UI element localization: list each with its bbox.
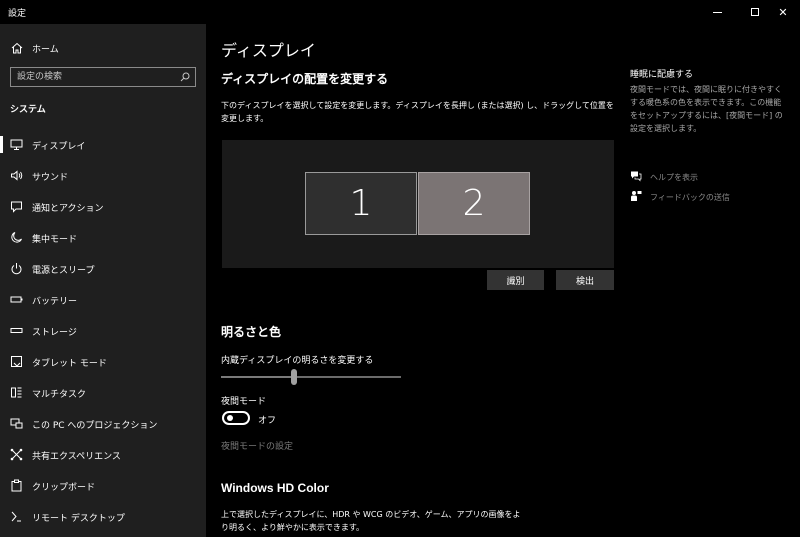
remote-desktop-icon xyxy=(10,510,23,523)
sidebar-item-remote-desktop[interactable]: リモート デスクトップ xyxy=(0,501,206,532)
slider-thumb[interactable] xyxy=(291,369,297,385)
home-label: ホーム xyxy=(32,45,59,55)
sidebar-item-multitasking[interactable]: マルチタスク xyxy=(0,377,206,408)
search-input[interactable] xyxy=(11,68,175,86)
sidebar-item-label: ストレージ xyxy=(32,328,77,338)
sidebar-item-label: マルチタスク xyxy=(32,390,87,400)
hd-color-heading: Windows HD Color xyxy=(221,481,329,495)
battery-icon xyxy=(10,293,23,306)
feedback-icon xyxy=(630,190,642,202)
brightness-color-heading: 明るさと色 xyxy=(221,325,282,339)
sidebar-item-sound[interactable]: サウンド xyxy=(0,160,206,191)
sidebar-item-storage[interactable]: ストレージ xyxy=(0,315,206,346)
arrange-heading: ディスプレイの配置を変更する xyxy=(221,72,389,86)
storage-icon xyxy=(10,324,23,337)
sidebar-item-tablet-mode[interactable]: タブレット モード xyxy=(0,346,206,377)
sidebar-item-label: タブレット モード xyxy=(32,359,107,369)
power-icon xyxy=(10,262,23,275)
detect-button[interactable]: 検出 xyxy=(556,270,614,290)
toggle-knob xyxy=(227,415,233,421)
window-title: 設定 xyxy=(8,9,27,19)
brightness-label: 内蔵ディスプレイの明るさを変更する xyxy=(221,356,374,366)
slider-fill xyxy=(221,376,291,378)
sidebar-item-label: ディスプレイ xyxy=(32,142,86,152)
help-chat-icon xyxy=(630,170,642,182)
sidebar-item-shared-experiences[interactable]: 共有エクスペリエンス xyxy=(0,439,206,470)
sidebar-item-label: 通知とアクション xyxy=(32,204,104,214)
display-arrangement-area[interactable]: 1 2 xyxy=(222,140,614,268)
nav-list: ディスプレイ サウンド 通知とアクション 集中モード 電源とスリープ バッテリー… xyxy=(0,129,206,532)
sidebar-item-label: サウンド xyxy=(32,173,69,183)
sidebar-item-notifications[interactable]: 通知とアクション xyxy=(0,191,206,222)
home-nav-item[interactable]: ホーム xyxy=(0,38,206,58)
moon-icon xyxy=(10,231,23,244)
sleep-tip-title: 睡眠に配慮する xyxy=(630,70,694,80)
page-title: ディスプレイ xyxy=(221,41,316,60)
minimize-button[interactable] xyxy=(700,0,734,24)
brightness-slider[interactable] xyxy=(221,368,401,385)
sleep-tip-description: 夜間モードでは、夜間に眠りに付きやすくする暖色系の色を表示できます。この機能をセ… xyxy=(630,85,783,133)
close-icon: ✕ xyxy=(778,5,788,19)
sidebar-item-projecting[interactable]: この PC へのプロジェクション xyxy=(0,408,206,439)
sidebar-item-display[interactable]: ディスプレイ xyxy=(0,129,206,160)
sidebar-item-focus-assist[interactable]: 集中モード xyxy=(0,222,206,253)
shared-icon xyxy=(10,448,23,461)
sidebar-item-label: 集中モード xyxy=(32,235,78,245)
monitor-1[interactable]: 1 xyxy=(305,172,417,235)
notification-icon xyxy=(10,200,23,213)
night-light-label: 夜間モード xyxy=(221,397,267,407)
night-light-state: オフ xyxy=(258,416,277,426)
monitor-2-selected[interactable]: 2 xyxy=(418,172,530,235)
sidebar-item-power-sleep[interactable]: 電源とスリープ xyxy=(0,253,206,284)
get-help-label: ヘルプを表示 xyxy=(650,173,698,182)
section-label-system: システム xyxy=(10,105,46,115)
minimize-icon xyxy=(712,11,722,13)
give-feedback-label: フィードバックの送信 xyxy=(650,193,730,202)
hd-color-description: 上で選択したディスプレイに、HDR や WCG のビデオ、ゲーム、アプリの画像を… xyxy=(221,510,521,532)
sidebar-item-clipboard[interactable]: クリップボード xyxy=(0,470,206,501)
projection-icon xyxy=(10,417,23,430)
tablet-icon xyxy=(10,355,23,368)
speaker-icon xyxy=(10,169,23,182)
search-icon xyxy=(179,71,191,83)
title-bar: 設定 ✕ xyxy=(0,0,800,24)
maximize-icon xyxy=(751,8,759,16)
arrange-description: 下のディスプレイを選択して設定を変更します。ディスプレイを長押し (または選択)… xyxy=(221,101,614,123)
home-icon xyxy=(10,41,24,55)
sidebar-item-label: リモート デスクトップ xyxy=(32,514,125,524)
sidebar-item-label: 共有エクスペリエンス xyxy=(32,452,121,462)
close-button[interactable]: ✕ xyxy=(766,0,800,24)
sidebar-item-label: バッテリー xyxy=(32,297,78,307)
sidebar-item-label: この PC へのプロジェクション xyxy=(32,421,158,431)
monitor-icon xyxy=(10,138,23,151)
multitask-icon xyxy=(10,386,23,399)
sidebar-item-label: 電源とスリープ xyxy=(32,266,95,276)
identify-button[interactable]: 識別 xyxy=(487,270,544,290)
night-light-toggle[interactable] xyxy=(222,411,250,425)
night-light-settings-link[interactable]: 夜間モードの設定 xyxy=(221,439,293,452)
sidebar-item-label: クリップボード xyxy=(32,483,96,493)
sidebar-item-battery[interactable]: バッテリー xyxy=(0,284,206,315)
search-box[interactable] xyxy=(10,67,196,87)
clipboard-icon xyxy=(10,479,23,492)
sidebar: ホーム システム ディスプレイ サウンド 通知とアクション 集中モード 電源とス… xyxy=(0,24,206,537)
